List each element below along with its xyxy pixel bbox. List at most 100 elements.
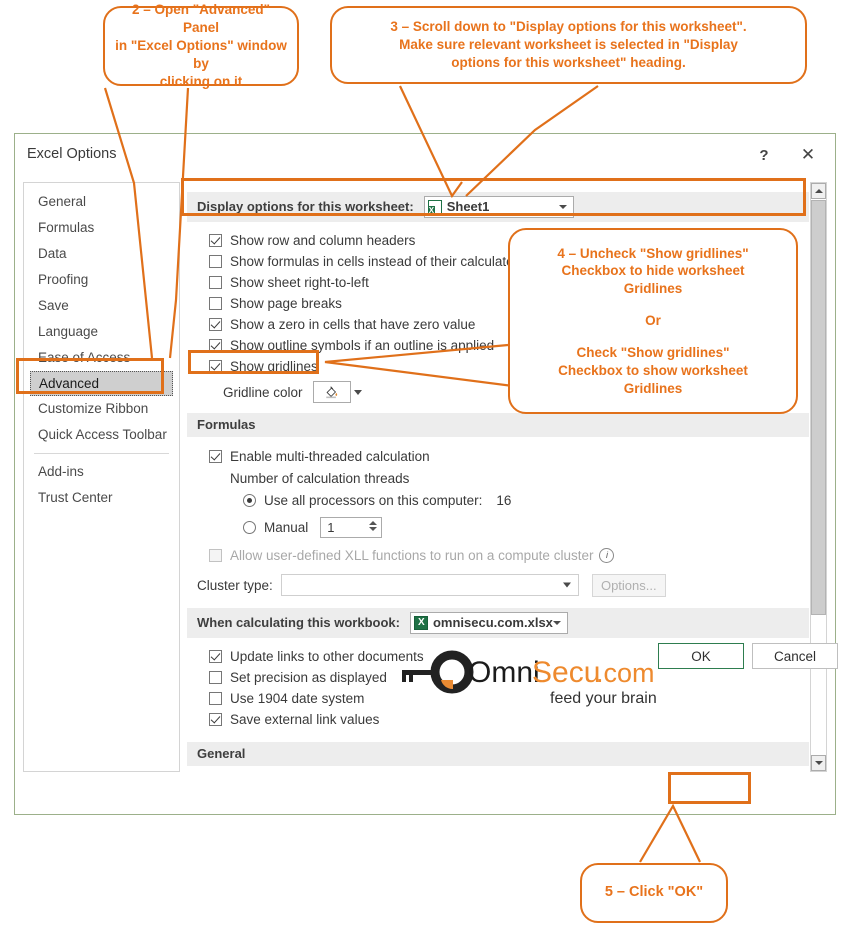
label-show-zero: Show a zero in cells that have zero valu… — [230, 317, 476, 332]
label-use-all-processors: Use all processors on this computer: — [264, 493, 483, 508]
general-section-header: General — [187, 742, 809, 766]
label-number-of-calculation-threads: Number of calculation threads — [230, 470, 410, 486]
callout-step-3-line-1: 3 – Scroll down to "Display options for … — [390, 19, 747, 35]
label-save-external-links: Save external link values — [230, 712, 380, 727]
radio-use-all-processors[interactable] — [243, 494, 256, 507]
manual-threads-value: 1 — [327, 519, 335, 535]
sidebar-item-customize-ribbon[interactable]: Customize Ribbon — [24, 396, 179, 422]
checkbox-show-sheet-rtl[interactable] — [209, 276, 222, 289]
options-sidebar: General Formulas Data Proofing Save Lang… — [23, 182, 180, 772]
radio-row-manual-threads[interactable]: Manual 1 — [187, 512, 809, 542]
cluster-options-button: Options... — [591, 573, 666, 597]
scroll-down-icon[interactable] — [811, 755, 826, 771]
manual-threads-stepper[interactable]: 1 — [320, 516, 383, 538]
callout-step-5: 5 – Click "OK" — [580, 863, 728, 923]
checkbox-row-enable-multithreaded[interactable]: Enable multi-threaded calculation — [187, 446, 809, 467]
calculation-threads-label-row: Number of calculation threads — [187, 467, 809, 489]
label-show-page-breaks: Show page breaks — [230, 296, 342, 311]
callout-step-3-line-3: options for this worksheet" heading. — [451, 54, 686, 70]
checkbox-allow-xll — [209, 548, 222, 562]
stepper-down-icon[interactable] — [368, 526, 377, 531]
checkbox-set-precision[interactable] — [209, 671, 222, 684]
help-icon[interactable]: ? — [747, 140, 781, 170]
callout-step-3-line-2: Make sure relevant worksheet is selected… — [399, 37, 738, 53]
logo-text-com: .com — [596, 658, 655, 688]
excel-workbook-icon — [413, 616, 428, 630]
worksheet-select[interactable]: Sheet1 — [423, 196, 574, 218]
chevron-down-icon — [558, 205, 567, 209]
paint-bucket-icon — [326, 386, 338, 399]
excel-sheet-icon — [427, 200, 442, 215]
label-manual-threads: Manual — [264, 519, 309, 535]
callout-step-2-line-2: in "Excel Options" window by — [115, 38, 287, 71]
checkbox-show-formulas[interactable] — [209, 255, 222, 268]
worksheet-select-value: Sheet1 — [446, 199, 490, 214]
scroll-up-icon[interactable] — [811, 183, 826, 199]
gridline-color-chevron-down-icon[interactable] — [353, 389, 362, 395]
ok-button[interactable]: OK — [658, 643, 744, 669]
checkbox-enable-multithreaded[interactable] — [209, 450, 222, 463]
callout-step-4-line-5: Or — [645, 313, 661, 329]
sidebar-item-formulas[interactable]: Formulas — [24, 215, 179, 241]
callout-step-2-line-1: 2 – Open "Advanced" Panel — [131, 2, 271, 36]
checkbox-row-save-external-links[interactable]: Save external link values — [187, 709, 809, 730]
label-allow-xll: Allow user-defined XLL functions to run … — [230, 547, 594, 563]
vertical-scrollbar[interactable] — [810, 182, 827, 772]
sidebar-item-language[interactable]: Language — [24, 319, 179, 345]
callout-step-4: 4 – Uncheck "Show gridlines" Checkbox to… — [508, 228, 798, 414]
cancel-button[interactable]: Cancel — [752, 643, 838, 669]
stepper-arrows[interactable] — [368, 519, 377, 538]
checkbox-show-page-breaks[interactable] — [209, 297, 222, 310]
workbook-section-header: When calculating this workbook: omnisecu… — [187, 608, 809, 638]
label-set-precision: Set precision as displayed — [230, 670, 387, 685]
sidebar-item-quick-access-toolbar[interactable]: Quick Access Toolbar — [24, 422, 179, 448]
checkbox-save-external-links[interactable] — [209, 713, 222, 726]
callout-step-4-line-7: Check "Show gridlines" — [576, 344, 730, 360]
checkbox-show-zero[interactable] — [209, 318, 222, 331]
workbook-select[interactable]: omnisecu.com.xlsx — [409, 612, 568, 634]
gridline-color-button[interactable] — [312, 381, 351, 403]
label-show-row-column-headers: Show row and column headers — [230, 233, 416, 248]
omnisecu-logo-svg: Omni Secu .com feed your brain — [402, 650, 657, 707]
dialog-title: Excel Options — [27, 146, 117, 162]
checkbox-update-links[interactable] — [209, 650, 222, 663]
radio-row-use-all-processors[interactable]: Use all processors on this computer: 16 — [187, 489, 809, 512]
cluster-type-row: Cluster type: Options... — [187, 568, 809, 602]
info-icon[interactable]: i — [599, 547, 615, 563]
cluster-type-select[interactable] — [280, 574, 579, 596]
checkbox-use-1904[interactable] — [209, 692, 222, 705]
sidebar-item-advanced[interactable]: Advanced — [30, 371, 173, 396]
omnisecu-logo: Omni Secu .com feed your brain — [400, 650, 660, 712]
label-enable-multithreaded: Enable multi-threaded calculation — [230, 449, 430, 464]
callout-step-4-line-1: 4 – Uncheck "Show gridlines" — [557, 245, 749, 261]
checkbox-show-gridlines[interactable] — [209, 360, 222, 373]
chevron-down-icon — [562, 582, 571, 588]
scrollbar-thumb[interactable] — [811, 200, 826, 615]
stepper-up-icon[interactable] — [368, 520, 377, 525]
callout-step-3: 3 – Scroll down to "Display options for … — [330, 6, 807, 84]
checkbox-row-allow-xll: Allow user-defined XLL functions to run … — [187, 542, 809, 568]
sidebar-item-trust-center[interactable]: Trust Center — [24, 485, 179, 511]
sidebar-item-ease-of-access[interactable]: Ease of Access — [24, 345, 179, 371]
sidebar-item-data[interactable]: Data — [24, 241, 179, 267]
workbook-select-value: omnisecu.com.xlsx — [432, 615, 553, 630]
label-use-1904: Use 1904 date system — [230, 691, 365, 706]
sidebar-item-add-ins[interactable]: Add-ins — [24, 459, 179, 485]
checkbox-show-outline-symbols[interactable] — [209, 339, 222, 352]
callout-step-4-line-3: Gridlines — [623, 281, 683, 297]
sidebar-item-proofing[interactable]: Proofing — [24, 267, 179, 293]
formulas-section-header: Formulas — [187, 413, 809, 437]
sidebar-item-save[interactable]: Save — [24, 293, 179, 319]
callout-step-2-line-3: clicking on it — [159, 73, 243, 89]
checkbox-show-row-column-headers[interactable] — [209, 234, 222, 247]
label-update-links: Update links to other documents — [230, 649, 424, 664]
radio-manual-threads[interactable] — [243, 520, 256, 534]
workbook-heading-label: When calculating this workbook: — [197, 615, 400, 630]
callout-step-4-line-8: Checkbox to show worksheet — [558, 362, 748, 378]
display-options-section-header: Display options for this worksheet: Shee… — [187, 192, 809, 222]
logo-text-secu: Secu — [532, 656, 600, 689]
sidebar-item-general[interactable]: General — [24, 189, 179, 215]
close-icon[interactable]: ✕ — [791, 140, 825, 170]
processor-count-value: 16 — [496, 493, 512, 508]
callout-step-2: 2 – Open "Advanced" Panel in "Excel Opti… — [103, 2, 299, 89]
